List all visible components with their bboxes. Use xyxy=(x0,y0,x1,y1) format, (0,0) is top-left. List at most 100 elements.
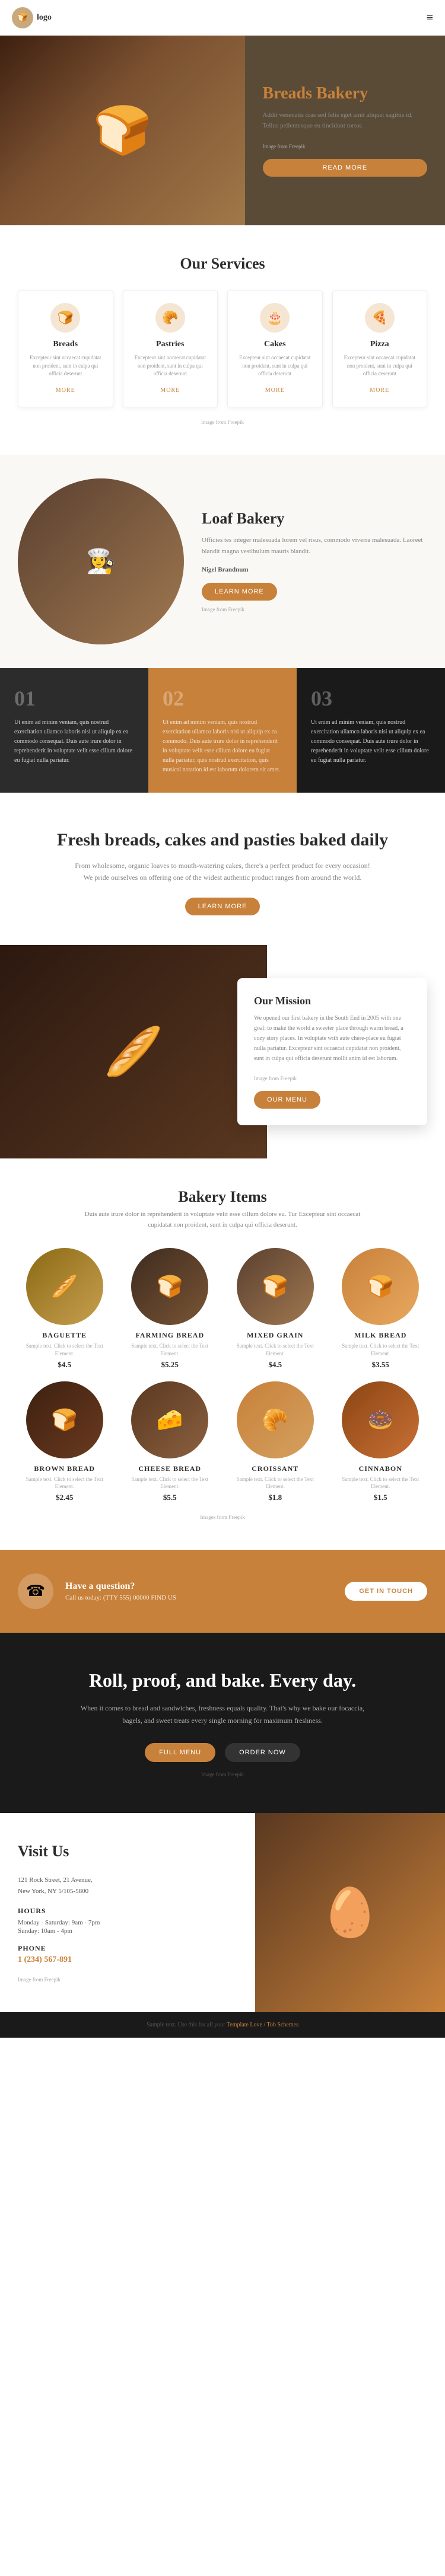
item-subdesc-7: Sample text. Click to select the Text El… xyxy=(334,1476,428,1490)
service-name-1: Pastries xyxy=(131,340,211,349)
footer: Sample text. Use this for all your Templ… xyxy=(0,2012,445,2038)
loaf-title: Loaf Bakery xyxy=(202,510,427,528)
logo-text: logo xyxy=(37,13,52,23)
cta-main-text: Have a question? xyxy=(65,1581,333,1592)
item-image-3: 🍞 xyxy=(342,1248,419,1325)
services-grid: 🍞 Breads Excepteur sint occaecat cupidat… xyxy=(18,291,427,407)
hero-read-more-button[interactable]: READ MORE xyxy=(263,159,428,177)
mission-caption: Image from Freepik xyxy=(254,1075,411,1081)
logo: 🍞 logo xyxy=(12,7,52,28)
feature-text-1: Ut enim ad minim veniam, quis nostrud ex… xyxy=(163,718,282,775)
loaf-learn-more-button[interactable]: LEARN MORE xyxy=(202,583,277,601)
footer-text: Sample text. Use this for all your Templ… xyxy=(18,2022,427,2028)
item-price-7: $1.5 xyxy=(334,1493,428,1502)
loaf-image-inner: 👩‍🍳 xyxy=(18,478,184,644)
visit-hours-title: HOURS xyxy=(18,1907,237,1916)
item-price-1: $5.25 xyxy=(123,1360,217,1370)
roll-title: Roll, proof, and bake. Every day. xyxy=(18,1668,427,1693)
cta-phone-icon: ☎ xyxy=(18,1573,53,1609)
service-icon-cakes: 🎂 xyxy=(260,303,290,333)
bakery-items-grid: 🥖 BAGUETTE Sample text. Click to select … xyxy=(18,1248,427,1502)
feature-number-0: 01 xyxy=(14,686,134,711)
item-name-4: BROWN BREAD xyxy=(18,1464,112,1473)
item-price-4: $2.45 xyxy=(18,1493,112,1502)
cta-sub-text: Call us today: (TTY 555) 00000 FIND US xyxy=(65,1594,333,1601)
visit-image: 🥚 xyxy=(255,1813,445,2012)
visit-address: 121 Rock Street, 21 Avenue, New York, NY… xyxy=(18,1875,237,1897)
service-link-1[interactable]: MORE xyxy=(160,387,180,394)
item-subdesc-5: Sample text. Click to select the Text El… xyxy=(123,1476,217,1490)
hero-content: Breads Bakery Addit venenatis cras sed f… xyxy=(245,36,445,225)
hero-background: 🍞 Breads Bakery Addit venenatis cras sed… xyxy=(0,36,445,225)
service-desc-3: Excepteur sint occaecat cupidatat non pr… xyxy=(340,354,420,378)
bakery-items-title: Bakery Items xyxy=(18,1188,427,1206)
roll-order-now-button[interactable]: ORDER NOW xyxy=(225,1743,300,1762)
service-desc-1: Excepteur sint occaecat cupidatat non pr… xyxy=(131,354,211,378)
visit-address-line1: 121 Rock Street, 21 Avenue, xyxy=(18,1875,237,1886)
cta-get-in-touch-button[interactable]: GET IN TOUCH xyxy=(345,1582,427,1601)
item-card-brown-bread: 🍞 BROWN BREAD Sample text. Click to sele… xyxy=(18,1381,112,1502)
roll-full-menu-button[interactable]: FULL MENU xyxy=(145,1743,215,1762)
item-card-milk-bread: 🍞 MILK BREAD Sample text. Click to selec… xyxy=(334,1248,428,1369)
item-name-6: CROISSANT xyxy=(228,1464,322,1473)
service-icon-breads: 🍞 xyxy=(50,303,80,333)
visit-title: Visit Us xyxy=(18,1843,237,1860)
service-name-3: Pizza xyxy=(340,340,420,349)
item-price-2: $4.5 xyxy=(228,1360,322,1370)
item-subdesc-1: Sample text. Click to select the Text El… xyxy=(123,1342,217,1357)
hero-description: Addit venenatis cras sed felis eget amit… xyxy=(263,110,428,131)
item-name-2: MIXED GRAIN xyxy=(228,1331,322,1340)
hero-image-caption: Image from Freepik xyxy=(263,143,428,149)
service-link-3[interactable]: MORE xyxy=(370,387,389,394)
service-link-2[interactable]: MORE xyxy=(265,387,285,394)
item-image-5: 🧀 xyxy=(131,1381,208,1458)
mission-section: 🥖 Our Mission We opened our first bakery… xyxy=(0,945,445,1158)
feature-text-0: Ut enim ad minim veniam, quis nostrud ex… xyxy=(14,718,134,765)
mission-our-menu-button[interactable]: OUR MENU xyxy=(254,1091,320,1109)
item-image-2: 🍞 xyxy=(237,1248,314,1325)
item-name-7: CINNABON xyxy=(334,1464,428,1473)
hero-image-left: 🍞 xyxy=(0,36,245,225)
service-icon-pastries: 🥐 xyxy=(155,303,185,333)
service-card-breads: 🍞 Breads Excepteur sint occaecat cupidat… xyxy=(18,291,113,407)
services-caption: Image from Freepik xyxy=(18,419,427,425)
feature-number-1: 02 xyxy=(163,686,282,711)
bakery-items-section: Bakery Items Duis aute irure dolor in re… xyxy=(0,1158,445,1550)
service-card-pizza: 🍕 Pizza Excepteur sint occaecat cupidata… xyxy=(332,291,428,407)
fresh-description: From wholesome, organic loaves to mouth-… xyxy=(74,860,371,884)
service-link-0[interactable]: MORE xyxy=(56,387,75,394)
loaf-image: 👩‍🍳 xyxy=(18,478,184,644)
mission-title: Our Mission xyxy=(254,995,411,1007)
roll-section: Roll, proof, and bake. Every day. When i… xyxy=(0,1633,445,1813)
item-card-croissant: 🥐 CROISSANT Sample text. Click to select… xyxy=(228,1381,322,1502)
item-image-4: 🍞 xyxy=(26,1381,103,1458)
item-subdesc-3: Sample text. Click to select the Text El… xyxy=(334,1342,428,1357)
loaf-content: Loaf Bakery Officies tes integer malesua… xyxy=(202,510,427,612)
item-subdesc-6: Sample text. Click to select the Text El… xyxy=(228,1476,322,1490)
roll-caption: Image from Freepik xyxy=(18,1771,427,1777)
logo-icon: 🍞 xyxy=(12,7,33,28)
item-image-1: 🍞 xyxy=(131,1248,208,1325)
item-card-cheese-bread: 🧀 CHEESE BREAD Sample text. Click to sel… xyxy=(123,1381,217,1502)
service-desc-0: Excepteur sint occaecat cupidatat non pr… xyxy=(26,354,106,378)
bakery-items-caption: Images from Freepik xyxy=(18,1514,427,1520)
item-card-farming-bread: 🍞 FARMING BREAD Sample text. Click to se… xyxy=(123,1248,217,1369)
service-name-2: Cakes xyxy=(235,340,315,349)
mission-text: We opened our first bakery in the South … xyxy=(254,1013,411,1064)
services-section: Our Services 🍞 Breads Excepteur sint occ… xyxy=(0,225,445,455)
features-section: 01 Ut enim ad minim veniam, quis nostrud… xyxy=(0,668,445,793)
item-name-5: CHEESE BREAD xyxy=(123,1464,217,1473)
item-card-baguette: 🥖 BAGUETTE Sample text. Click to select … xyxy=(18,1248,112,1369)
fresh-learn-more-button[interactable]: LEARN MORE xyxy=(185,898,260,915)
hamburger-menu-icon[interactable]: ≡ xyxy=(427,11,433,25)
cta-text-block: Have a question? Call us today: (TTY 555… xyxy=(65,1581,333,1601)
service-icon-pizza: 🍕 xyxy=(365,303,395,333)
visit-caption: Image from Freepik xyxy=(18,1977,237,1983)
loaf-author: Nigel Brandnum xyxy=(202,566,427,573)
item-name-3: MILK BREAD xyxy=(334,1331,428,1340)
item-price-5: $5.5 xyxy=(123,1493,217,1502)
service-card-pastries: 🥐 Pastries Excepteur sint occaecat cupid… xyxy=(123,291,218,407)
bakery-items-description: Duis aute irure dolor in reprehenderit i… xyxy=(74,1209,371,1230)
footer-link[interactable]: Template Love / Tob Schemes xyxy=(227,2022,298,2028)
services-title: Our Services xyxy=(18,255,427,273)
